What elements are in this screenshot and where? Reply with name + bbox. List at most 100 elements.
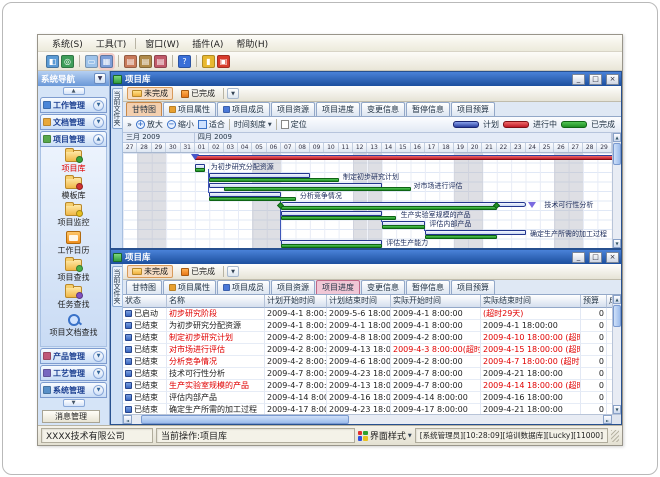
sidebar-group-header[interactable]: 文档管理▼ [40, 114, 107, 130]
maximize-icon[interactable]: □ [589, 74, 602, 85]
resize-grip[interactable] [611, 430, 619, 442]
sidebar-group-header[interactable]: 产品管理▼ [40, 348, 107, 364]
report-delete-icon[interactable]: ▤ [154, 55, 167, 68]
interface-style-button[interactable]: 界面样式 ▼ [358, 429, 412, 442]
sidebar-item[interactable]: 模板库 [62, 177, 86, 201]
fit-button[interactable]: 适合 [198, 119, 225, 130]
zoom-in-button[interactable]: +放大 [136, 119, 163, 130]
gantt-window-titlebar[interactable]: 项目库 _ □ × [111, 72, 621, 86]
chevron-down-icon[interactable]: ▼ [93, 100, 104, 111]
current-folder-tab[interactable]: 当前文件夹 [112, 266, 122, 307]
tab-项目预算[interactable]: 项目预算 [451, 102, 495, 116]
sidebar-item[interactable]: 项目查找 [58, 259, 90, 283]
table-row[interactable]: 已结束评估内部产品2009-4-14 8:00:002009-4-16 18:0… [123, 392, 612, 404]
minimize-icon[interactable]: _ [572, 252, 585, 263]
sidebar-pin-icon[interactable]: ▼ [94, 73, 106, 84]
gantt-actual-bar[interactable] [281, 206, 497, 210]
open-folder-icon[interactable]: ▭ [85, 55, 98, 68]
tab-项目资源[interactable]: 项目资源 [271, 280, 315, 294]
exit-icon[interactable]: ▣ [217, 55, 230, 68]
menu-item[interactable]: 系统(S) [46, 36, 89, 51]
folder-tab[interactable]: 未完成 [127, 87, 173, 100]
gantt-actual-bar[interactable] [224, 187, 411, 191]
chevron-down-icon[interactable]: ▼ [227, 266, 239, 277]
sidebar-group-header[interactable]: 工艺管理▼ [40, 365, 107, 381]
tab-项目预算[interactable]: 项目预算 [451, 280, 495, 294]
scroll-up-icon[interactable]: ▲ [613, 133, 621, 142]
chevron-down-icon[interactable]: ▼ [93, 351, 104, 362]
sidebar-group-header[interactable]: 工作管理▼ [40, 97, 107, 113]
table-row[interactable]: 已结束分析竞争情况2009-4-2 8:00:002009-4-6 18:00:… [123, 356, 612, 368]
lock-icon[interactable]: ▮ [202, 55, 215, 68]
menu-item[interactable]: 窗口(W) [139, 36, 185, 51]
locate-button[interactable]: 定位 [281, 119, 307, 130]
time-scale-button[interactable]: 时间刻度▼ [234, 119, 272, 130]
table-vertical-scrollbar[interactable]: ▲ ▼ [612, 295, 621, 414]
column-header[interactable]: 计划开始时间 [265, 295, 327, 308]
column-header[interactable]: 状态 [123, 295, 167, 308]
column-header[interactable]: 实际开始时间 [391, 295, 481, 308]
tab-项目资源[interactable]: 项目资源 [271, 102, 315, 116]
gantt-project-bar[interactable] [195, 155, 612, 160]
help-icon[interactable]: ? [178, 55, 191, 68]
tab-项目属性[interactable]: 项目属性 [163, 280, 216, 294]
scroll-up-icon[interactable]: ▲ [613, 295, 621, 304]
close-icon[interactable]: × [606, 74, 619, 85]
message-management-tab[interactable]: 消息管理 [42, 410, 100, 423]
gantt-actual-bar[interactable] [209, 197, 295, 201]
report-new-icon[interactable]: ▤ [124, 55, 137, 68]
tab-项目成员[interactable]: 项目成员 [217, 102, 270, 116]
scroll-thumb[interactable] [613, 305, 621, 327]
gantt-actual-bar[interactable] [209, 178, 338, 182]
sidebar-scroll-up[interactable]: ▲ [38, 86, 109, 96]
menu-item[interactable]: 帮助(H) [230, 36, 274, 51]
sidebar-group-header[interactable]: 项目管理▲ [40, 131, 107, 147]
gantt-actual-bar[interactable] [281, 216, 396, 220]
scroll-thumb[interactable] [613, 143, 621, 165]
scroll-down-icon[interactable]: ▼ [613, 405, 621, 414]
sidebar-item[interactable]: 项目监控 [58, 204, 90, 228]
menu-item[interactable]: 工具(T) [90, 36, 133, 51]
more-tools-icon[interactable]: » [127, 120, 132, 129]
column-header[interactable]: 预算 [581, 295, 607, 308]
gantt-vertical-scrollbar[interactable]: ▲ ▼ [612, 133, 621, 248]
chevron-down-icon[interactable]: ▼ [93, 385, 104, 396]
system-icon[interactable]: ◧ [46, 55, 59, 68]
chevron-down-icon[interactable]: ▼ [93, 368, 104, 379]
table-row[interactable]: 已结束技术可行性分析2009-4-7 8:00:002009-4-23 18:0… [123, 368, 612, 380]
sidebar-item[interactable]: 项目库 [62, 150, 86, 174]
tab-项目进度[interactable]: 项目进度 [316, 102, 360, 116]
chevron-down-icon[interactable]: ▼ [227, 88, 239, 99]
gantt-actual-bar[interactable] [195, 168, 205, 172]
tab-项目进度[interactable]: 项目进度 [316, 280, 360, 294]
tab-变更信息[interactable]: 变更信息 [361, 102, 405, 116]
globe-icon[interactable]: ◎ [61, 55, 74, 68]
tab-暂停信息[interactable]: 暂停信息 [406, 280, 450, 294]
minimize-icon[interactable]: _ [572, 74, 585, 85]
column-header[interactable]: 实际结束时间 [481, 295, 581, 308]
maximize-icon[interactable]: □ [589, 252, 602, 263]
close-icon[interactable]: × [606, 252, 619, 263]
table-row[interactable]: 已结束对市场进行评估2009-4-2 8:00:002009-4-13 18:0… [123, 344, 612, 356]
scroll-left-icon[interactable]: ◄ [123, 415, 132, 424]
current-folder-tab[interactable]: 当前文件夹 [112, 88, 122, 129]
tab-甘特图[interactable]: 甘特图 [126, 280, 162, 294]
folder-tab[interactable]: 已完成 [176, 87, 220, 100]
column-header[interactable]: 计划结束时间 [327, 295, 391, 308]
gantt-actual-bar[interactable] [382, 225, 425, 229]
gantt-actual-bar[interactable] [425, 235, 497, 239]
table-window-titlebar[interactable]: 项目库 _ □ × [111, 250, 621, 264]
zoom-out-button[interactable]: −缩小 [167, 119, 194, 130]
tab-项目成员[interactable]: 项目成员 [217, 280, 270, 294]
menu-item[interactable]: 插件(A) [186, 36, 229, 51]
table-row[interactable]: 已启动初步研究阶段2009-4-1 8:00:002009-5-6 18:00:… [123, 308, 612, 320]
table-row[interactable]: 已结束为初步研究分配资源2009-4-1 8:00:002009-4-1 18:… [123, 320, 612, 332]
tab-甘特图[interactable]: 甘特图 [126, 102, 162, 116]
chevron-down-icon[interactable]: ▼ [93, 117, 104, 128]
tab-变更信息[interactable]: 变更信息 [361, 280, 405, 294]
chevron-up-icon[interactable]: ▲ [93, 134, 104, 145]
table-row[interactable]: 已结束生产实验室规模的产品2009-4-7 8:00:002009-4-13 1… [123, 380, 612, 392]
scroll-thumb[interactable] [141, 415, 348, 424]
gantt-actual-bar[interactable] [281, 244, 382, 248]
column-header[interactable]: 名称 [167, 295, 265, 308]
